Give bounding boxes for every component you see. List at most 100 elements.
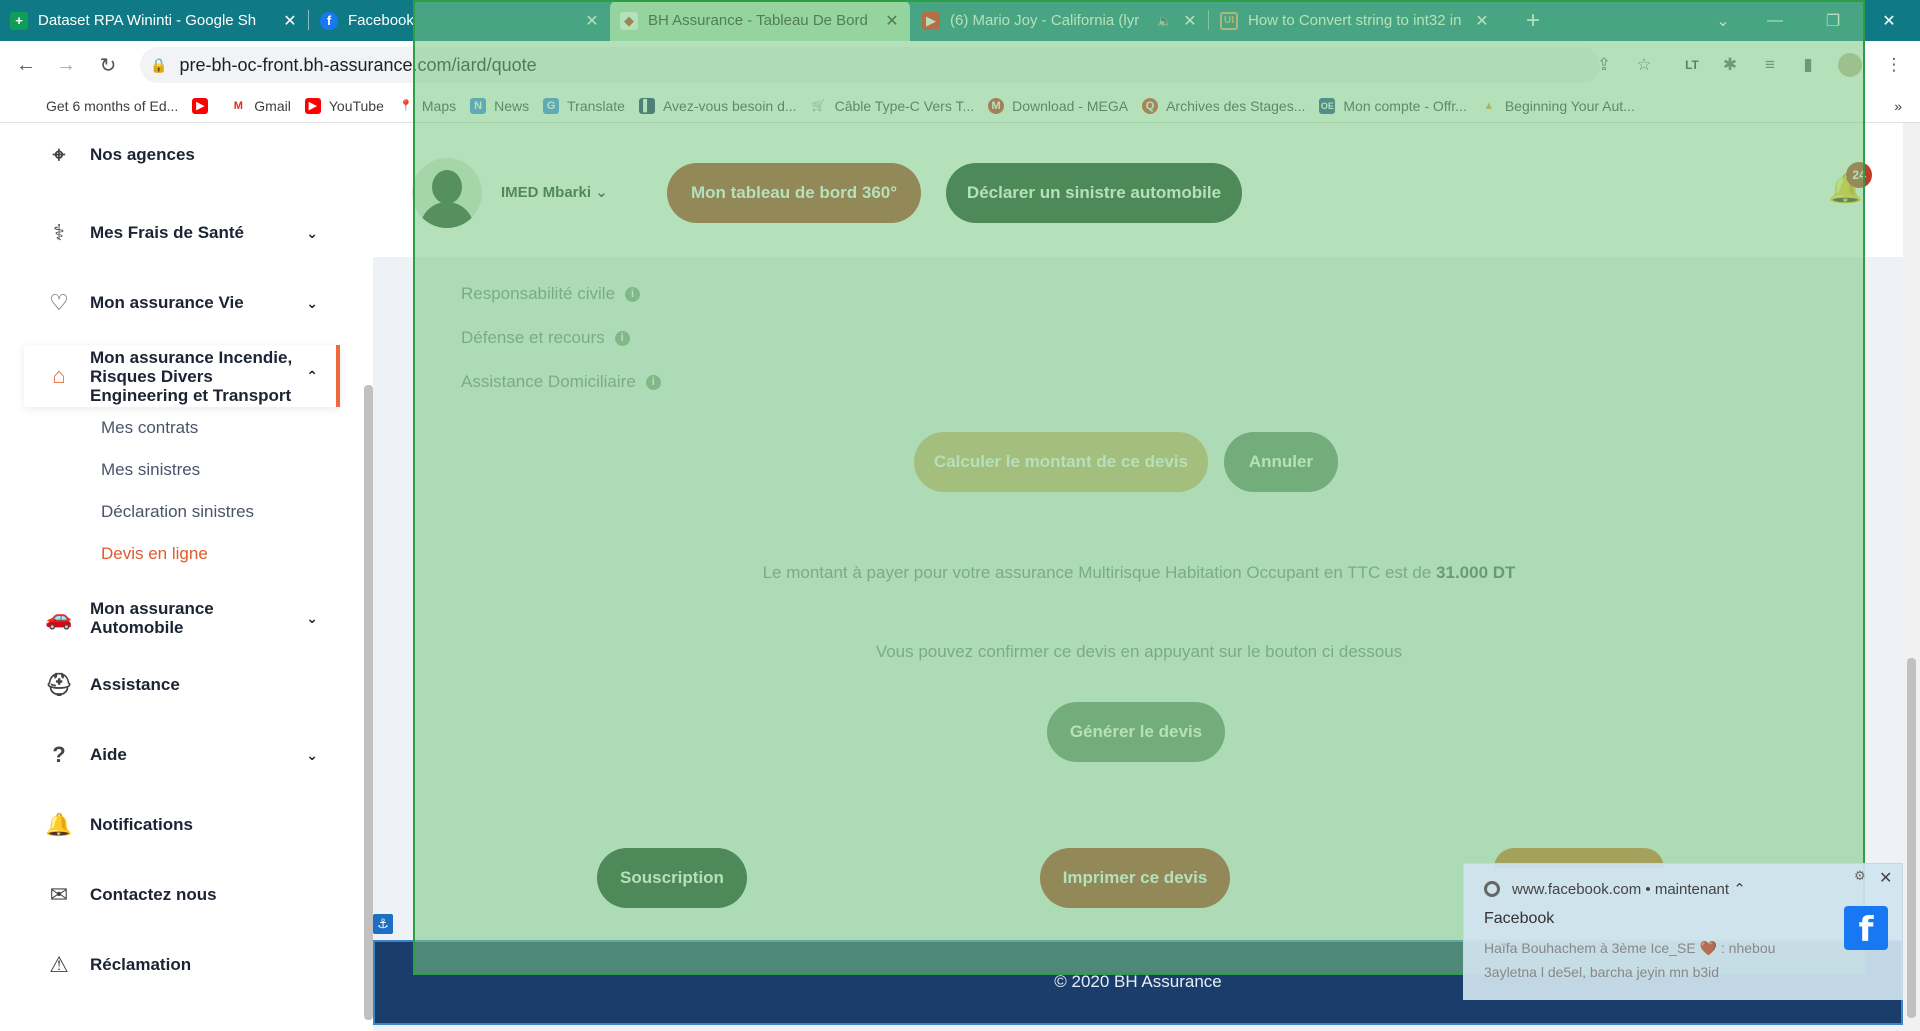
sidebar-item-automobile[interactable]: 🚗 Mon assurance Automobile ⌄ [0,593,340,643]
sidebar-item-assistance[interactable]: ⛑ Assistance [0,665,340,705]
tab-title: BH Assurance - Tableau De Bord [648,12,868,29]
sidebar-item-contact[interactable]: ✉ Contactez nous [0,875,340,915]
close-icon[interactable]: ✕ [1472,11,1492,31]
forward-button[interactable]: → [52,51,80,79]
bookmark-edge[interactable]: Get 6 months of Ed... [46,98,178,114]
tab-strip: + Dataset RPA Wininti - Google Sh ✕ f Fa… [0,0,1920,41]
life-icon: ♡ [49,290,69,315]
sidebar-item-agences[interactable]: ⌖ Nos agences [0,135,340,175]
new-tab-button[interactable]: + [1510,0,1556,41]
address-bar[interactable]: 🔒 pre-bh-oc-front.bh-assurance.com/iard/… [140,47,1600,83]
sidebar-item-label: Nos agences [90,145,195,164]
more-bookmarks-icon[interactable]: » [1894,98,1902,114]
reload-button[interactable]: ↻ [94,51,122,79]
browser-toolbar: ← → ↻ 🔒 pre-bh-oc-front.bh-assurance.com… [0,41,1920,89]
gear-icon[interactable]: ⚙ [1854,868,1866,884]
bookmark-gmail[interactable]: M Gmail [230,97,291,114]
extension-lt-icon[interactable]: LT [1680,53,1704,77]
avatar[interactable] [412,158,482,228]
side-panel-icon[interactable]: ▮ [1796,53,1820,77]
calculate-button[interactable]: Calculer le montant de ce devis [914,432,1208,492]
bookmark-news[interactable]: N News [470,97,529,114]
sidebar-item-label: Aide [90,745,127,764]
sidebar-scrollbar[interactable] [364,385,373,1020]
triangle-icon: ▲ [1480,97,1497,114]
bookmark-cable[interactable]: 🛒 Câble Type-C Vers T... [810,97,975,114]
bookmark-maps[interactable]: 📍 Maps [397,97,456,114]
tab-youtube[interactable]: ▶ (6) Mario Joy - California (lyr 🔈 ✕ [912,0,1208,41]
sidebar-subitem-sinistres[interactable]: Mes sinistres [101,460,200,480]
bookmark-mon-compte[interactable]: OE Mon compte - Offr... [1319,97,1467,114]
sidebar-item-label: Mes Frais de Santé [90,223,245,242]
chevron-down-icon: ⌄ [595,184,608,201]
speaker-icon[interactable]: 🔈 [1157,14,1172,28]
close-icon[interactable]: ✕ [582,11,602,31]
scrollbar-thumb[interactable] [1907,658,1916,1018]
coverage-label: Assistance Domiciliaire [461,372,636,391]
extensions-icon[interactable]: ✱ [1718,53,1742,77]
chevron-down-icon: ⌄ [306,224,318,241]
tab-bh-assurance[interactable]: ◆ BH Assurance - Tableau De Bord ✕ [610,0,910,41]
sidebar-subitem-devis[interactable]: Devis en ligne [101,544,208,564]
close-icon[interactable]: ✕ [1879,868,1892,888]
car-icon: 🚗 [45,605,73,630]
bookmark-beginning[interactable]: ▲ Beginning Your Aut... [1480,97,1635,114]
declare-claim-button[interactable]: Déclarer un sinistre automobile [946,163,1242,223]
tab-dataset[interactable]: + Dataset RPA Wininti - Google Sh ✕ [0,0,308,41]
bookmark-avez-vous[interactable]: ▌ Avez-vous besoin d... [638,97,797,114]
sidebar-item-incendie[interactable]: ⌂ Mon assurance Incendie, Risques Divers… [24,345,340,407]
tab-convert[interactable]: UI How to Convert string to int32 in ✕ [1210,0,1500,41]
coverage-item: Défense et recours i [461,328,630,348]
bookmark-label: Mon compte - Offr... [1343,97,1467,114]
bookmark-label: Translate [567,97,625,114]
user-menu[interactable]: IMED Mbarki ⌄ [501,183,608,201]
sidebar-item-sante[interactable]: ⚕ Mes Frais de Santé ⌄ [0,213,340,253]
anchor-icon: ⚓ [373,914,393,934]
bookmark-label: Câble Type-C Vers T... [834,97,975,114]
url-text: pre-bh-oc-front.bh-assurance.com/iard/qu… [179,54,537,75]
chevron-down-icon: ⌄ [306,609,318,626]
print-button[interactable]: Imprimer ce devis [1040,848,1230,908]
bookmark-mega[interactable]: M Download - MEGA [988,97,1128,114]
bookmark-translate[interactable]: G Translate [543,97,625,114]
close-icon[interactable]: ✕ [882,11,902,31]
profile-avatar[interactable] [1838,53,1862,77]
sidebar-item-vie[interactable]: ♡ Mon assurance Vie ⌄ [0,283,340,323]
tab-search-icon[interactable]: ⌄ [1700,0,1746,41]
menu-icon[interactable]: ⋮ [1882,53,1906,77]
back-button[interactable]: ← [12,51,40,79]
notification-toast[interactable]: www.facebook.com • maintenant ⌃ ⚙ ✕ Face… [1463,863,1903,1000]
media-icon[interactable]: ≡ [1758,53,1782,77]
generate-button[interactable]: Générer le devis [1047,702,1225,762]
dashboard-button[interactable]: Mon tableau de bord 360° [667,163,921,223]
sidebar-item-label: Mon assurance Incendie, Risques Divers E… [90,347,293,405]
bookmark-label: Gmail [254,97,291,114]
page-scrollbar[interactable] [1903,123,1920,1031]
sidebar-subitem-declaration[interactable]: Déclaration sinistres [101,502,254,522]
bookmark-archives[interactable]: Q Archives des Stages... [1142,97,1305,114]
restore-button[interactable]: ❐ [1810,0,1856,41]
share-icon[interactable]: ⇪ [1592,53,1616,77]
star-icon[interactable]: ☆ [1632,53,1656,77]
minimize-button[interactable]: — [1752,0,1798,41]
youtube-icon: ▶ [304,97,321,114]
close-window-button[interactable]: ✕ [1866,0,1912,41]
info-icon[interactable]: i [625,286,641,302]
sidebar-subitem-contrats[interactable]: Mes contrats [101,418,198,438]
gmail-icon: M [230,97,247,114]
bookmark-youtube[interactable]: ▶ YouTube [304,97,384,114]
info-icon[interactable]: i [645,374,661,390]
bookmark-youtube-icon-only[interactable]: ▶ [192,97,216,114]
tab-facebook[interactable]: f Facebook ✕ [310,0,610,41]
sidebar-item-notifications[interactable]: 🔔 Notifications [0,805,340,845]
sidebar-item-aide[interactable]: ? Aide ⌄ [0,735,340,775]
subscribe-button[interactable]: Souscription [597,848,747,908]
mega-icon: M [988,97,1005,114]
close-icon[interactable]: ✕ [280,11,300,31]
sidebar-item-label: Assistance [90,675,180,694]
sidebar-item-reclamation[interactable]: ⚠ Réclamation [0,945,340,985]
news-icon: N [470,97,487,114]
close-icon[interactable]: ✕ [1180,11,1200,31]
cancel-button[interactable]: Annuler [1224,432,1338,492]
info-icon[interactable]: i [614,330,630,346]
